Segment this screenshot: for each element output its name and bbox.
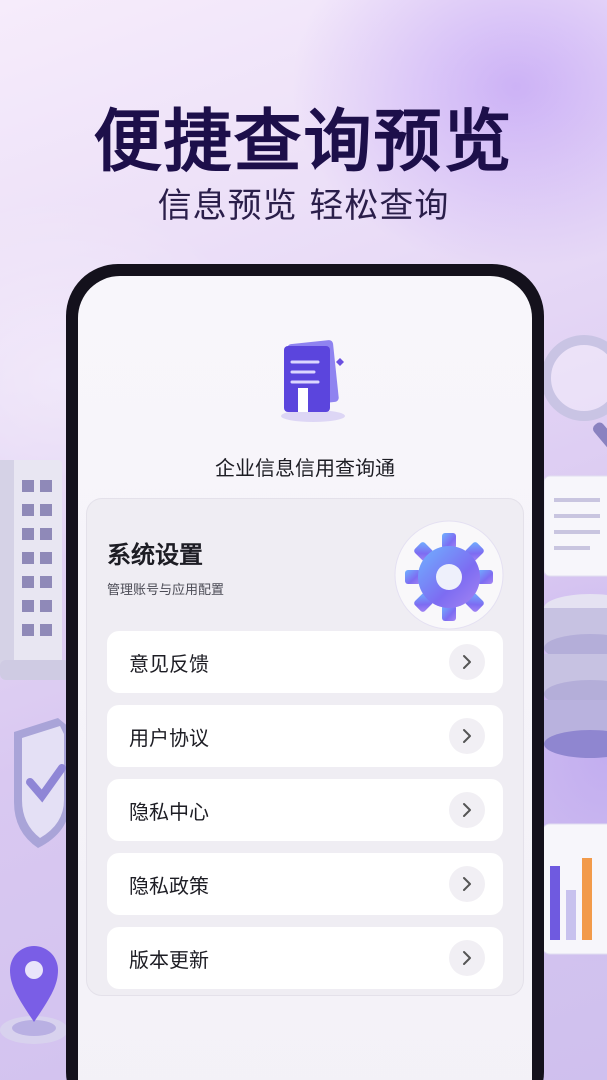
building-illustration-icon [0, 460, 70, 680]
settings-subtitle: 管理账号与应用配置 [107, 583, 225, 598]
chevron-right-icon[interactable] [449, 792, 485, 828]
menu-item-label: 用户协议 [129, 725, 209, 750]
menu-item-user-agreement[interactable]: 用户协议 [107, 705, 503, 767]
location-pin-icon [0, 946, 68, 1044]
phone-frame: 企业信息信用查询通 系统设置 管理账号与应用配置 意见反馈 用户协议 隐私中心 … [66, 264, 544, 1080]
menu-item-version-update[interactable]: 版本更新 [107, 927, 503, 989]
menu-item-label: 隐私中心 [129, 799, 209, 824]
document-paper-icon [543, 475, 607, 577]
chevron-right-icon[interactable] [449, 644, 485, 680]
shield-check-icon [14, 718, 70, 848]
chevron-right-icon[interactable] [449, 718, 485, 754]
phone-screen: 企业信息信用查询通 系统设置 管理账号与应用配置 意见反馈 用户协议 隐私中心 … [78, 276, 532, 1080]
chevron-right-icon[interactable] [449, 940, 485, 976]
promo-subline: 信息预览 轻松查询 [157, 186, 450, 226]
menu-item-label: 版本更新 [129, 947, 209, 972]
app-name: 企业信息信用查询通 [215, 456, 395, 480]
settings-panel: 系统设置 管理账号与应用配置 意见反馈 用户协议 隐私中心 隐私政策 版本更新 [86, 498, 524, 996]
magnifier-icon [541, 335, 607, 450]
database-stack-icon [544, 594, 607, 758]
settings-title: 系统设置 [107, 541, 203, 569]
menu-item-feedback[interactable]: 意见反馈 [107, 631, 503, 693]
bar-chart-card-icon [541, 823, 607, 955]
promo-headline: 便捷查询预览 [93, 103, 514, 182]
document-logo-icon [281, 340, 345, 422]
menu-item-privacy-center[interactable]: 隐私中心 [107, 779, 503, 841]
gear-icon [394, 520, 504, 630]
menu-item-label: 隐私政策 [129, 873, 209, 898]
menu-item-privacy-policy[interactable]: 隐私政策 [107, 853, 503, 915]
settings-menu: 意见反馈 用户协议 隐私中心 隐私政策 版本更新 [107, 631, 503, 1001]
menu-item-label: 意见反馈 [129, 651, 209, 676]
chevron-right-icon[interactable] [449, 866, 485, 902]
